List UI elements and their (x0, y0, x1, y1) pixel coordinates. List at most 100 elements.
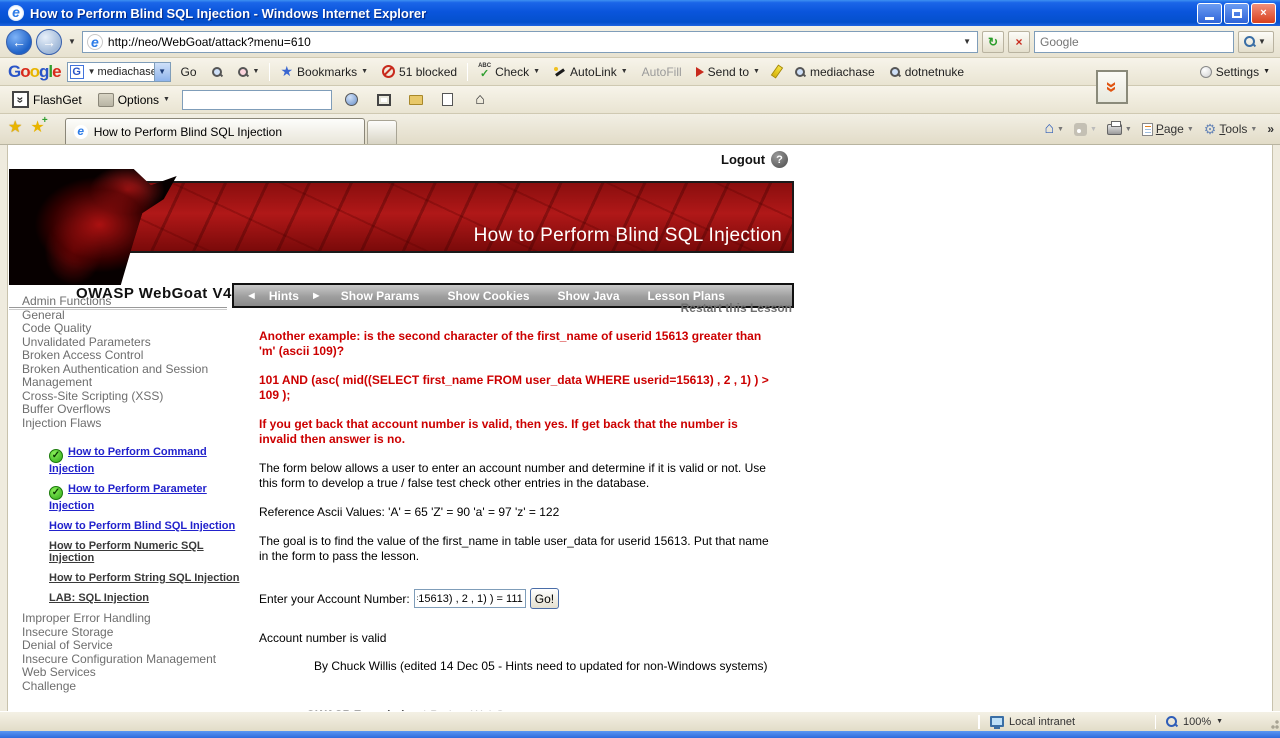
sidebar-category-broken-access-control[interactable]: Broken Access Control (22, 349, 249, 363)
download-chevrons-icon: » (1102, 81, 1122, 92)
sidebar-category-denial-of-service[interactable]: Denial of Service (22, 639, 249, 653)
url-text[interactable]: http://neo/WebGoat/attack?menu=610 (108, 35, 956, 49)
search-go-button[interactable]: ▼ (1238, 31, 1274, 53)
search-site-button[interactable] (207, 64, 227, 80)
history-dropdown-icon[interactable]: ▼ (66, 37, 78, 46)
mediachase-search-button[interactable]: mediachase (790, 63, 879, 81)
sidebar-category-xss[interactable]: Cross-Site Scripting (XSS) (22, 390, 249, 404)
flashget-options-button[interactable]: Options ▼ (94, 91, 174, 109)
autolink-button[interactable]: AutoLink ▼ (550, 63, 632, 81)
flashget-sites-button[interactable] (404, 89, 428, 111)
google-search-combo[interactable]: G ▼ mediachase ▼ (67, 62, 171, 82)
browser-viewport: Logout ? How to Perform Blind SQL Inject… (0, 145, 1280, 711)
account-number-input[interactable] (414, 589, 526, 608)
g-dropdown-icon[interactable]: ▼ (86, 67, 98, 76)
search-images-button[interactable]: ▼ (233, 64, 264, 80)
search-dropdown-icon[interactable]: ▼ (1256, 37, 1268, 46)
new-tab-button[interactable] (367, 120, 397, 144)
lesson-numeric-sql-injection[interactable]: How to Perform Numeric SQL Injection (22, 534, 249, 566)
lesson-parameter-injection[interactable]: ✓How to Perform Parameter Injection (22, 477, 249, 514)
flashget-dropzone[interactable]: » (1096, 70, 1128, 104)
sidebar-category-challenge[interactable]: Challenge (22, 680, 249, 694)
logout-link[interactable]: Logout (721, 152, 765, 167)
restore-button[interactable] (1224, 3, 1249, 24)
back-button[interactable]: ← (6, 29, 32, 55)
sidebar-category-insecure-configuration[interactable]: Insecure Configuration Management (22, 653, 249, 667)
lesson-lab-sql-injection[interactable]: LAB: SQL Injection (22, 586, 249, 606)
resize-grip[interactable] (1266, 712, 1280, 731)
lesson-string-sql-injection[interactable]: How to Perform String SQL Injection (22, 566, 249, 586)
owasp-foundation-link[interactable]: OWASP Foundation (306, 708, 419, 711)
sidebar-category-general[interactable]: General (22, 309, 249, 323)
home-button[interactable]: ⌂▼ (1044, 121, 1064, 137)
sidebar-category-injection-flaws[interactable]: Injection Flaws (22, 417, 249, 431)
flashget-links-button[interactable] (436, 89, 460, 111)
dropdown-icon: ▼ (1057, 126, 1064, 133)
dropdown-icon[interactable]: ▼ (253, 68, 260, 75)
flashget-home-button[interactable]: ⌂ (468, 89, 492, 111)
sidebar-category-unvalidated-parameters[interactable]: Unvalidated Parameters (22, 336, 249, 350)
sidebar-category-admin-functions[interactable]: Admin Functions (22, 295, 249, 309)
google-go-button[interactable]: Go (177, 63, 201, 81)
folder-icon (409, 95, 423, 105)
command-bar: ⌂▼ ▼ ▼ Page▼ ⚙Tools▼ » (1044, 114, 1274, 144)
active-tab[interactable]: e How to Perform Blind SQL Injection (65, 118, 365, 144)
flashget-capture-button[interactable] (372, 89, 396, 111)
highlighter-button[interactable] (770, 63, 784, 80)
project-webgoat-link[interactable]: Project WebGoat (430, 708, 521, 711)
page-menu-button[interactable]: Page▼ (1142, 122, 1194, 136)
zoom-control[interactable]: 100% ▼ (1156, 716, 1266, 728)
sidebar-category-web-services[interactable]: Web Services (22, 666, 249, 680)
options-tool-icon (98, 93, 114, 107)
go-button[interactable]: Go! (530, 588, 559, 609)
restart-lesson-link[interactable]: Restart this Lesson (259, 301, 794, 315)
print-button[interactable]: ▼ (1107, 124, 1132, 135)
minimize-button[interactable] (1197, 3, 1222, 24)
back-icon: ← (12, 34, 26, 50)
window-title: How to Perform Blind SQL Injection - Win… (30, 6, 1197, 21)
gear-icon: ⚙ (1204, 122, 1217, 136)
search-input[interactable] (1034, 31, 1234, 53)
zoom-dropdown-icon[interactable]: ▼ (1216, 718, 1223, 725)
google-search-value[interactable]: mediachase (98, 66, 154, 78)
combo-dropdown-icon[interactable]: ▼ (154, 63, 170, 81)
popup-blocked-button[interactable]: 51 blocked (378, 63, 461, 81)
toolbar-overflow-icon[interactable]: » (1267, 122, 1274, 136)
settings-button[interactable]: Settings ▼ (1200, 65, 1270, 79)
add-favorite-icon[interactable]: ★+ (30, 117, 44, 137)
send-to-button[interactable]: Send to ▼ (692, 63, 764, 81)
flashget-search-button[interactable] (340, 89, 364, 111)
spellcheck-button[interactable]: ABC✓ Check ▼ (474, 61, 544, 82)
google-logo: Google (8, 62, 61, 82)
toolbar-separator (269, 63, 270, 81)
flashget-button[interactable]: » FlashGet (8, 89, 86, 110)
refresh-button[interactable]: ↻ (982, 31, 1004, 53)
address-dropdown-icon[interactable]: ▼ (961, 37, 973, 46)
dotnetnuke-search-button[interactable]: dotnetnuke (885, 63, 968, 81)
address-bar[interactable]: e http://neo/WebGoat/attack?menu=610 ▼ (82, 31, 978, 53)
security-zone: Local intranet (980, 716, 1155, 728)
account-form: Enter your Account Number: Go! (259, 588, 794, 609)
forward-button[interactable]: → (36, 29, 62, 55)
tools-menu-button[interactable]: ⚙Tools▼ (1204, 122, 1258, 136)
sidebar-category-broken-authentication[interactable]: Broken Authentication and Session Manage… (22, 363, 249, 390)
close-button[interactable]: × (1251, 3, 1276, 24)
sidebar-category-code-quality[interactable]: Code Quality (22, 322, 249, 336)
lesson-command-injection[interactable]: ✓How to Perform Command Injection (22, 440, 249, 477)
forward-icon: → (42, 34, 56, 50)
zone-label: Local intranet (1009, 716, 1075, 728)
stop-button[interactable]: × (1008, 31, 1030, 53)
autofill-button[interactable]: AutoFill (638, 63, 686, 81)
feeds-button[interactable]: ▼ (1074, 123, 1097, 136)
link-page-icon (442, 93, 453, 106)
sidebar-category-buffer-overflows[interactable]: Buffer Overflows (22, 403, 249, 417)
flashget-input[interactable] (182, 90, 332, 110)
ie-window: e How to Perform Blind SQL Injection - W… (0, 0, 1280, 738)
sidebar-category-insecure-storage[interactable]: Insecure Storage (22, 626, 249, 640)
help-icon[interactable]: ? (771, 151, 788, 168)
sidebar-category-improper-error-handling[interactable]: Improper Error Handling (22, 612, 249, 626)
google-g-icon: G (70, 65, 84, 79)
favorites-center-icon[interactable]: ★ (8, 117, 22, 137)
lesson-blind-sql-injection[interactable]: How to Perform Blind SQL Injection (22, 514, 249, 534)
bookmarks-button[interactable]: ★ Bookmarks ▼ (276, 61, 372, 82)
